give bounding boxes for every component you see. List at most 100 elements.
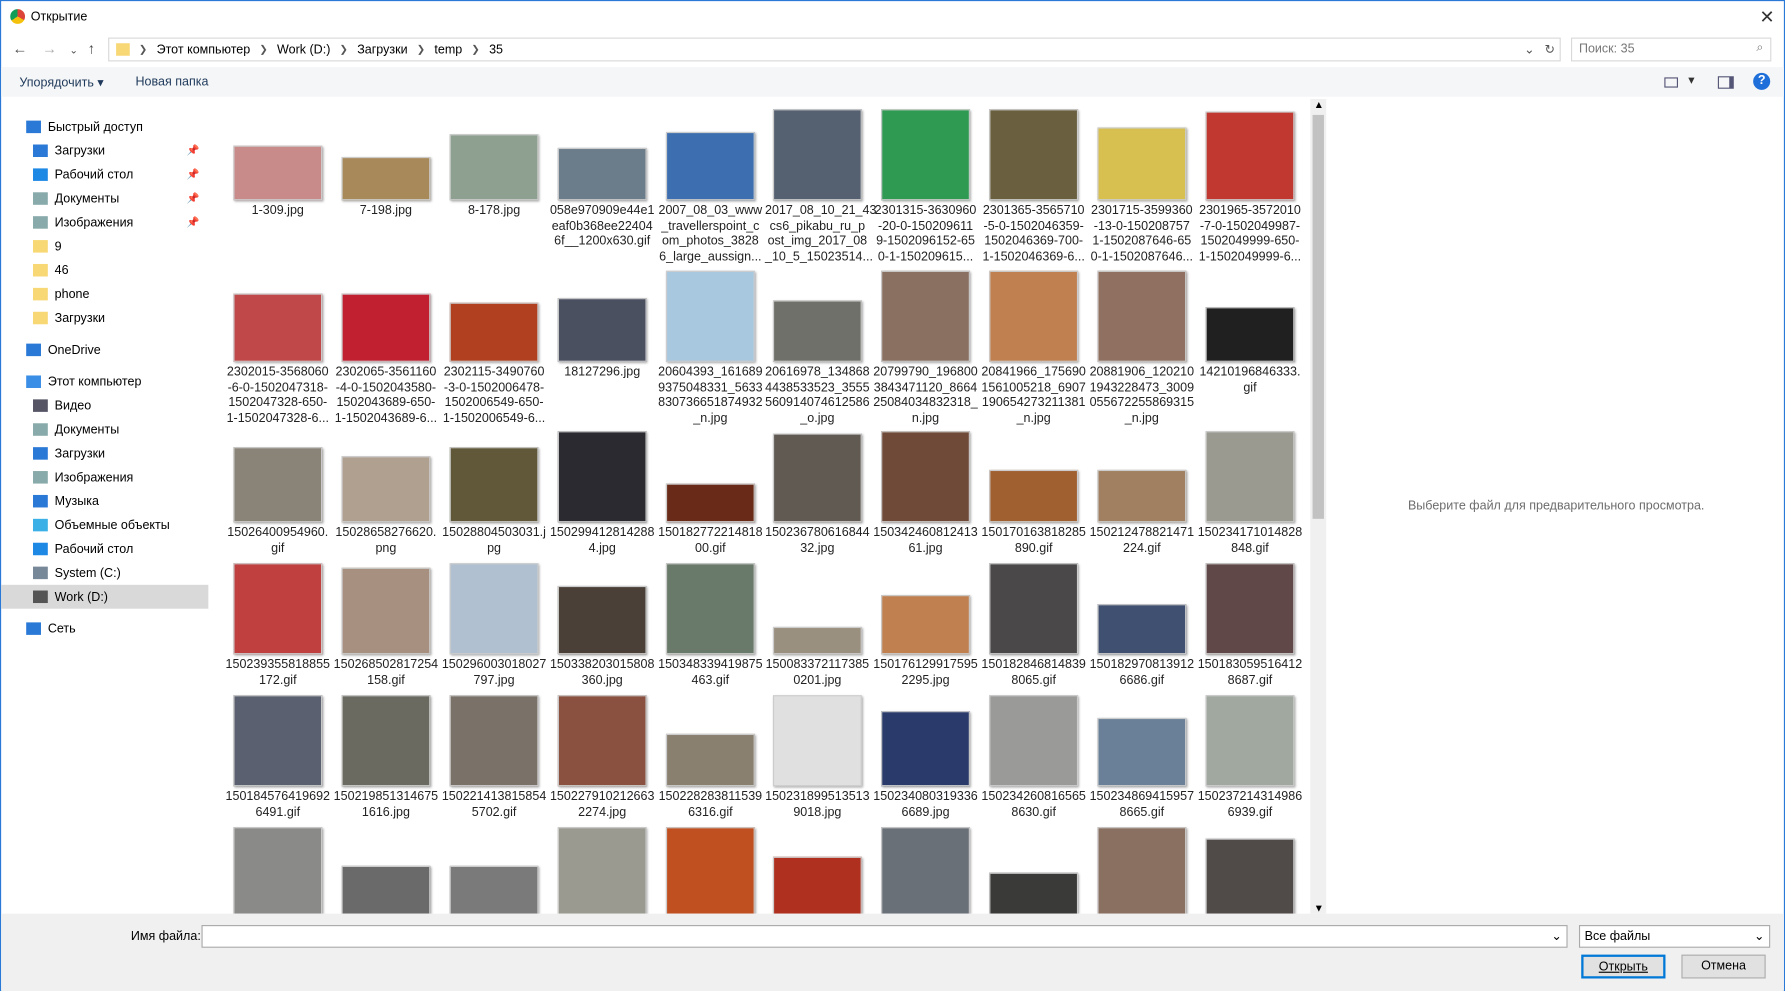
file-item[interactable]: 150183059516412 8687.gif <box>1198 563 1303 688</box>
file-item[interactable]: 20616978_134868 4438533523_3555 56091407… <box>765 271 870 427</box>
file-item[interactable]: 150237214314986 6939.gif <box>1198 695 1303 820</box>
file-item[interactable]: 7-198.jpg <box>334 109 439 219</box>
sidebar-item[interactable]: Рабочий стол <box>1 537 208 561</box>
refresh-icon[interactable]: ↻ <box>1545 42 1555 57</box>
file-item[interactable]: 1-309.jpg <box>225 109 330 219</box>
file-item[interactable] <box>1089 827 1194 914</box>
file-item[interactable]: 150170163818285 890.gif <box>981 431 1086 556</box>
file-item[interactable]: 2302015-3568060 -6-0-1502047318- 1502047… <box>225 271 330 427</box>
back-button[interactable]: ← <box>13 40 28 57</box>
scroll-down-icon[interactable]: ▼ <box>1314 902 1324 913</box>
sidebar-item[interactable]: OneDrive <box>1 338 208 362</box>
file-item[interactable]: 150184576419692 6491.gif <box>225 695 330 820</box>
sidebar-item[interactable]: Документы <box>1 418 208 442</box>
file-item[interactable]: 150299412814288 4.jpg <box>550 431 655 556</box>
sidebar-item[interactable]: 46 <box>1 258 208 282</box>
file-item[interactable]: 20799790_196800 3843471120_8664 25084034… <box>873 270 978 427</box>
file-item[interactable]: 150176129917595 2295.jpg <box>873 563 978 688</box>
file-item[interactable]: 2302115-3490760 -3-0-1502006478- 1502006… <box>442 271 547 427</box>
file-item[interactable]: 150221413815854 5702.gif <box>442 695 547 820</box>
file-item[interactable]: 150219851314675 1616.jpg <box>334 695 439 820</box>
sidebar-item[interactable]: phone <box>1 282 208 306</box>
sidebar-item[interactable]: Видео <box>1 394 208 418</box>
file-item[interactable]: 150182772214818 00.gif <box>658 431 763 556</box>
open-button[interactable]: Открыть <box>1581 954 1666 979</box>
file-item[interactable]: 150342460812413 61.jpg <box>873 431 978 556</box>
sidebar-item[interactable]: Документы 📌 <box>1 187 208 211</box>
file-item[interactable] <box>765 827 870 914</box>
file-item[interactable]: 2301365-3565710 -5-0-1502046359- 1502046… <box>981 109 1086 265</box>
file-item[interactable]: 150234080319336 6689.jpg <box>873 695 978 820</box>
chevron-down-icon[interactable]: ⌄ <box>1551 928 1561 944</box>
pin-icon[interactable]: 📌 <box>186 216 199 229</box>
scrollbar-thumb[interactable] <box>1312 114 1324 519</box>
file-item[interactable]: 15026400954960. gif <box>225 431 330 556</box>
sidebar-item[interactable]: Загрузки 📌 <box>1 139 208 163</box>
crumb[interactable]: Этот компьютер <box>157 43 251 57</box>
file-item[interactable]: 150182970813912 6686.gif <box>1089 563 1194 688</box>
sidebar-item[interactable]: Изображения 📌 <box>1 210 208 234</box>
cancel-button[interactable]: Отмена <box>1681 954 1766 979</box>
search-input[interactable]: Поиск: 35 ⌕ <box>1570 37 1772 62</box>
file-item[interactable] <box>225 827 330 914</box>
sidebar-item[interactable]: Work (D:) <box>1 584 209 609</box>
file-item[interactable]: 20841966_175690 1561005218_6907 19065427… <box>981 270 1086 427</box>
file-item[interactable] <box>334 827 439 914</box>
file-item[interactable]: 150234171014828 848.gif <box>1198 431 1303 556</box>
sidebar-item[interactable]: Загрузки <box>1 306 208 330</box>
file-item[interactable]: 150234869415957 8665.gif <box>1089 695 1194 820</box>
recent-dropdown[interactable]: ⌄ <box>69 44 78 57</box>
sidebar-item[interactable]: Быстрый доступ <box>1 115 208 139</box>
sidebar-item[interactable]: 9 <box>1 234 208 258</box>
sidebar-item[interactable]: Сеть <box>1 617 208 641</box>
close-button[interactable]: ✕ <box>1760 6 1775 29</box>
file-item[interactable] <box>442 827 547 914</box>
crumb[interactable]: Work (D:) <box>277 43 330 57</box>
file-item[interactable]: 20604393_161689 9375048331_5633 83073665… <box>658 270 763 427</box>
crumb[interactable]: temp <box>434 43 462 57</box>
chevron-down-icon[interactable]: ⌄ <box>1524 42 1534 57</box>
sidebar-item[interactable]: Загрузки <box>1 441 208 465</box>
file-item[interactable]: 150236780616844 32.jpg <box>765 431 870 556</box>
up-button[interactable]: ↑ <box>88 40 95 57</box>
file-item[interactable]: 150234260816565 8630.gif <box>981 695 1086 820</box>
file-item[interactable]: 150227910212663 2274.jpg <box>550 695 655 820</box>
forward-button[interactable]: → <box>42 40 57 57</box>
file-item[interactable]: 150348339419875 463.gif <box>658 563 763 688</box>
filename-input[interactable]: ⌄ <box>201 925 1568 948</box>
file-item[interactable] <box>1198 827 1303 914</box>
scroll-up-icon[interactable]: ▲ <box>1314 99 1324 110</box>
file-item[interactable]: 2017_08_10_21_43 cs6_pikabu_ru_p ost_img… <box>765 109 876 265</box>
file-item[interactable]: 20881906_120210 1943228473_3009 05567225… <box>1089 270 1194 427</box>
crumb[interactable]: 35 <box>489 43 503 57</box>
file-item[interactable] <box>981 827 1086 914</box>
file-item[interactable]: 2007_08_03_www _travellerspoint_c om_pho… <box>658 109 763 265</box>
file-item[interactable]: 2301715-3599360 -13-0-150208757 1-150208… <box>1089 109 1194 265</box>
file-item[interactable]: 8-178.jpg <box>442 109 547 219</box>
file-type-select[interactable]: Все файлы ⌄ <box>1578 925 1771 948</box>
sidebar-item[interactable]: Музыка <box>1 489 208 513</box>
organize-button[interactable]: Упорядочить ▾ <box>19 75 103 90</box>
sidebar-item[interactable]: Объемные объекты <box>1 513 208 537</box>
file-item[interactable]: 2301315-3630960 -20-0-150209611 9-150209… <box>873 109 978 265</box>
pin-icon[interactable]: 📌 <box>186 168 199 181</box>
file-item[interactable]: 058e970909e44e1 eaf0b368ee22404 6f__1200… <box>550 109 655 250</box>
file-item[interactable]: 150228283811539 6316.gif <box>658 695 763 820</box>
sidebar-item[interactable]: System (C:) <box>1 561 208 585</box>
new-folder-button[interactable]: Новая папка <box>135 75 208 89</box>
chevron-down-icon[interactable]: ▾ <box>1688 73 1694 88</box>
help-icon[interactable]: ? <box>1753 72 1771 90</box>
file-item[interactable]: 15028658276620. png <box>334 431 439 556</box>
file-item[interactable] <box>658 827 763 914</box>
file-item[interactable]: 150083372117385 0201.jpg <box>765 563 870 688</box>
file-item[interactable] <box>550 827 655 914</box>
file-item[interactable]: 150182846814839 8065.gif <box>981 563 1086 688</box>
file-item[interactable]: 2302065-3561160 -4-0-1502043580- 1502043… <box>334 271 439 427</box>
file-item[interactable]: 18127296.jpg <box>550 271 655 381</box>
sidebar-item[interactable]: Изображения <box>1 465 208 489</box>
preview-pane-icon[interactable] <box>1717 76 1734 89</box>
pin-icon[interactable]: 📌 <box>186 192 199 205</box>
file-item[interactable] <box>873 827 978 914</box>
crumb[interactable]: Загрузки <box>357 43 407 57</box>
file-item[interactable]: 150296003018027 797.jpg <box>442 563 547 688</box>
